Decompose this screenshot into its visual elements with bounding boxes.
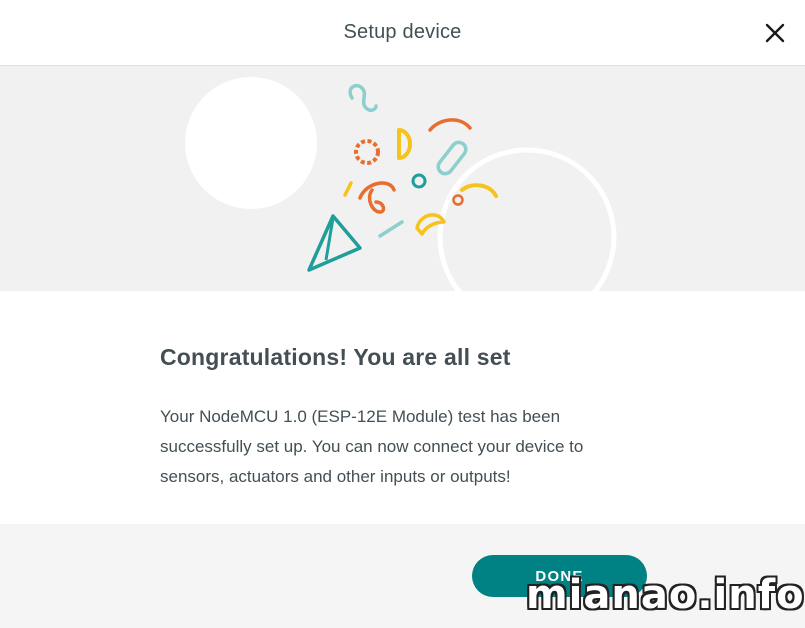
dialog-title: Setup device [343,21,462,43]
close-icon [765,23,785,43]
success-headline: Congratulations! You are all set [160,344,511,370]
dialog-header: Setup device [0,0,805,66]
dialog-content: Congratulations! You are all set Your No… [0,291,805,524]
confetti-party-popper-icon [185,77,617,291]
close-button[interactable] [762,20,788,46]
watermark-text: mianao.info [526,572,805,618]
hero-banner [0,66,805,291]
success-message: Your NodeMCU 1.0 (ESP-12E Module) test h… [160,407,584,486]
